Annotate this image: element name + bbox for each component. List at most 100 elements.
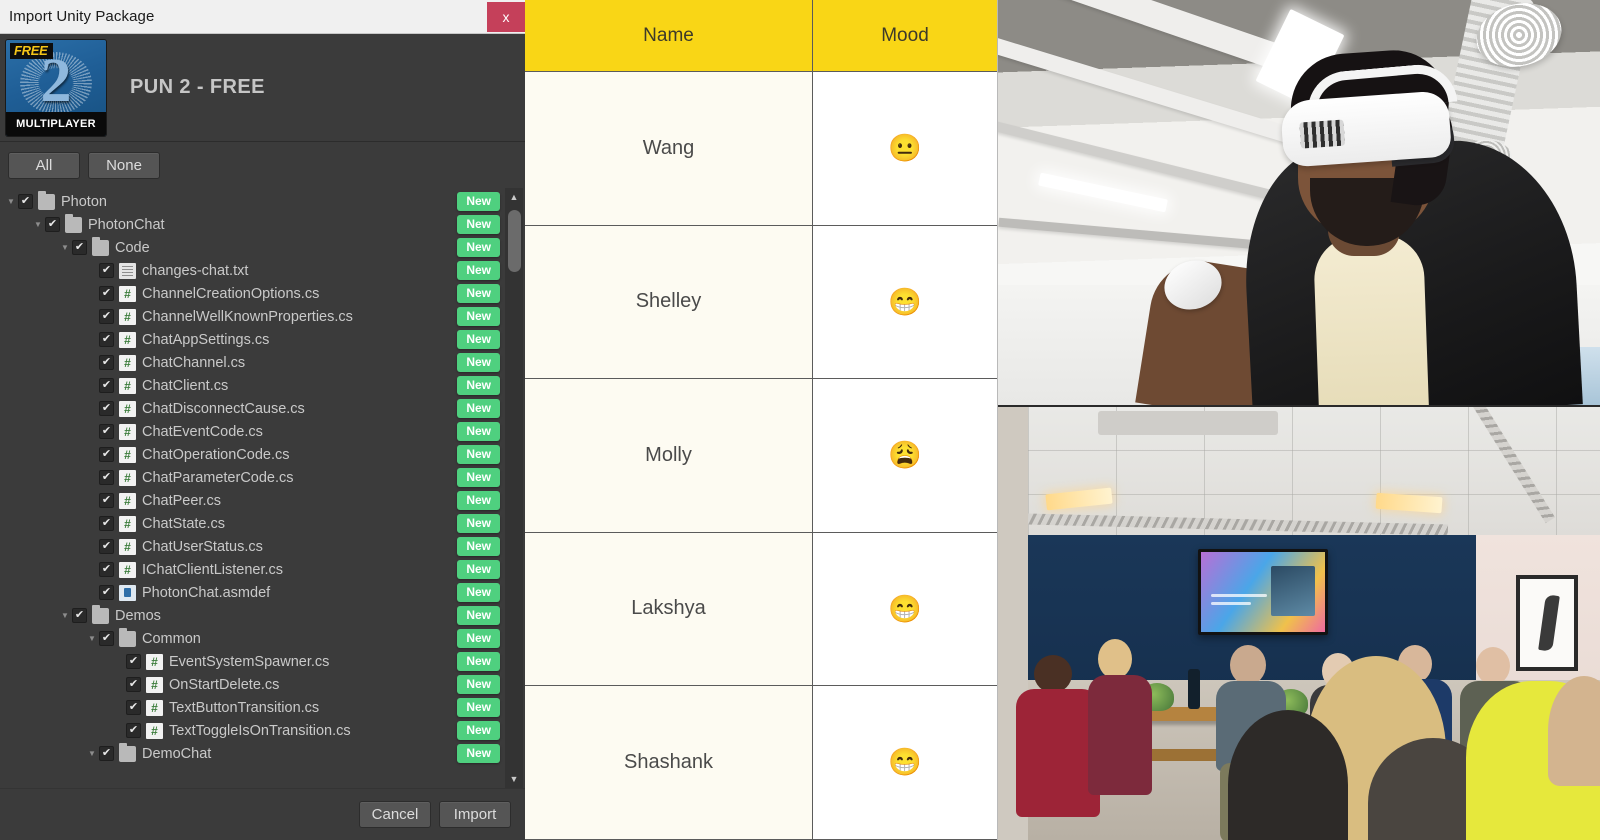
cancel-button[interactable]: Cancel: [359, 801, 431, 828]
tree-row[interactable]: ✔ # TextToggleIsOnTransition.cs New: [0, 719, 525, 742]
tree-row[interactable]: ▼ ✔ Demos New: [0, 604, 525, 627]
csharp-file-icon: #: [119, 377, 136, 394]
panel-photo-ac-unit: [1098, 411, 1278, 435]
panel-photo-caption: Panel discussion in a meeting room with …: [998, 407, 999, 408]
tree-row-checkbox[interactable]: ✔: [99, 332, 114, 347]
package-header: 2 FREE MULTIPLAYER PUN 2 - FREE: [0, 34, 525, 142]
scroll-down-icon[interactable]: ▼: [505, 772, 523, 786]
table-cell-mood: 😐: [813, 72, 997, 225]
tree-row[interactable]: ✔ # ChatAppSettings.cs New: [0, 328, 525, 351]
tree-row-label: PhotonChat.asmdef: [142, 584, 271, 601]
tree-row-checkbox[interactable]: ✔: [99, 263, 114, 278]
tree-row[interactable]: ✔ # ChannelWellKnownProperties.cs New: [0, 305, 525, 328]
tree-row[interactable]: ✔ # ChatDisconnectCause.cs New: [0, 397, 525, 420]
table-header-row: Name Mood: [525, 0, 997, 72]
tree-row[interactable]: ▼ ✔ Common New: [0, 627, 525, 650]
column-header-name: Name: [525, 0, 813, 71]
tree-row-checkbox[interactable]: ✔: [99, 309, 114, 324]
tree-row-checkbox[interactable]: ✔: [99, 355, 114, 370]
chevron-down-icon[interactable]: ▼: [4, 190, 18, 213]
import-button[interactable]: Import: [439, 801, 511, 828]
tree-row[interactable]: ▼ ✔ PhotonChat New: [0, 213, 525, 236]
chevron-down-icon[interactable]: ▼: [58, 604, 72, 627]
tree-row-checkbox[interactable]: ✔: [99, 470, 114, 485]
panel-photo-person: [1082, 639, 1162, 809]
new-badge: New: [457, 192, 500, 212]
table-cell-name: Shelley: [525, 225, 813, 378]
tree-row[interactable]: ✔ # OnStartDelete.cs New: [0, 673, 525, 696]
tree-row-checkbox[interactable]: ✔: [72, 608, 87, 623]
select-all-button[interactable]: All: [8, 151, 80, 179]
tree-row[interactable]: ✔ # ChatUserStatus.cs New: [0, 535, 525, 558]
table-row: Shashank 😁: [525, 686, 997, 840]
chevron-down-icon[interactable]: ▼: [31, 213, 45, 236]
select-none-button[interactable]: None: [88, 151, 160, 179]
tree-row-checkbox[interactable]: ✔: [99, 401, 114, 416]
tree-row-checkbox[interactable]: ✔: [99, 516, 114, 531]
tree-row-label: Photon: [61, 193, 107, 210]
tree-row-checkbox[interactable]: ✔: [126, 723, 141, 738]
tree-row[interactable]: ✔ # ChatOperationCode.cs New: [0, 443, 525, 466]
folder-icon: [119, 742, 136, 762]
tree-row[interactable]: ✔ # ChatState.cs New: [0, 512, 525, 535]
chevron-down-icon[interactable]: ▼: [58, 236, 72, 259]
tree-row-checkbox[interactable]: ✔: [99, 424, 114, 439]
scroll-up-icon[interactable]: ▲: [505, 190, 523, 204]
new-badge: New: [457, 583, 500, 603]
table-cell-name: Shashank: [525, 686, 813, 839]
tree-row[interactable]: ▼ ✔ Photon New: [0, 190, 525, 213]
tree-row-checkbox[interactable]: ✔: [99, 286, 114, 301]
csharp-file-icon: #: [119, 331, 136, 348]
tree-row-label: changes-chat.txt: [142, 262, 249, 279]
tree-row[interactable]: ▼ ✔ Code New: [0, 236, 525, 259]
tree-row[interactable]: ✔ # ChannelCreationOptions.cs New: [0, 282, 525, 305]
tree-row-checkbox[interactable]: ✔: [18, 194, 33, 209]
tree-row-label: ChatParameterCode.cs: [142, 469, 294, 486]
table-row: Lakshya 😁: [525, 532, 997, 686]
tree-row[interactable]: ▼ ✔ DemoChat New: [0, 742, 525, 765]
tree-row-checkbox[interactable]: ✔: [126, 700, 141, 715]
tree-row-checkbox[interactable]: ✔: [45, 217, 60, 232]
tree-row[interactable]: ✔ # ChatParameterCode.cs New: [0, 466, 525, 489]
tree-row-checkbox[interactable]: ✔: [126, 677, 141, 692]
tree-row-checkbox[interactable]: ✔: [99, 631, 114, 646]
tree-row[interactable]: ✔ changes-chat.txt New: [0, 259, 525, 282]
package-tree[interactable]: ▼ ✔ Photon New ▼ ✔ PhotonChat New ▼ ✔ Code New ✔ chan…: [0, 188, 525, 788]
tree-scrollbar[interactable]: ▲ ▼: [505, 188, 523, 788]
tree-row-checkbox[interactable]: ✔: [99, 447, 114, 462]
tree-row[interactable]: ✔ # ChatClient.cs New: [0, 374, 525, 397]
tree-row-checkbox[interactable]: ✔: [99, 585, 114, 600]
tree-row-checkbox[interactable]: ✔: [126, 654, 141, 669]
new-badge: New: [457, 468, 500, 488]
tree-row[interactable]: ✔ # ChatPeer.cs New: [0, 489, 525, 512]
chevron-down-icon[interactable]: ▼: [85, 742, 99, 765]
tree-row-label: ChatEventCode.cs: [142, 423, 263, 440]
close-icon[interactable]: x: [487, 2, 525, 32]
tree-row-label: Common: [142, 630, 201, 647]
new-badge: New: [457, 698, 500, 718]
tree-row-checkbox[interactable]: ✔: [72, 240, 87, 255]
vr-photo-shirt: [1312, 233, 1430, 405]
tree-row[interactable]: ✔ # ChatEventCode.cs New: [0, 420, 525, 443]
tree-row[interactable]: ✔ # EventSystemSpawner.cs New: [0, 650, 525, 673]
tree-row[interactable]: ✔ # TextButtonTransition.cs New: [0, 696, 525, 719]
tree-row-checkbox[interactable]: ✔: [99, 562, 114, 577]
tree-row-checkbox[interactable]: ✔: [99, 493, 114, 508]
tree-row[interactable]: ✔ # IChatClientListener.cs New: [0, 558, 525, 581]
logo-multiplayer-label: MULTIPLAYER: [6, 111, 106, 136]
tree-row[interactable]: ✔ # ChatChannel.cs New: [0, 351, 525, 374]
csharp-file-icon: #: [146, 676, 163, 693]
tree-row-checkbox[interactable]: ✔: [99, 539, 114, 554]
tree-row-checkbox[interactable]: ✔: [99, 378, 114, 393]
csharp-file-icon: #: [119, 538, 136, 555]
chevron-down-icon[interactable]: ▼: [85, 627, 99, 650]
scrollbar-thumb[interactable]: [508, 210, 521, 272]
tree-row-label: TextToggleIsOnTransition.cs: [169, 722, 351, 739]
tree-row-label: ChatDisconnectCause.cs: [142, 400, 305, 417]
tree-row-label: ChatChannel.cs: [142, 354, 246, 371]
tree-row[interactable]: ✔ PhotonChat.asmdef New: [0, 581, 525, 604]
tree-row-checkbox[interactable]: ✔: [99, 746, 114, 761]
